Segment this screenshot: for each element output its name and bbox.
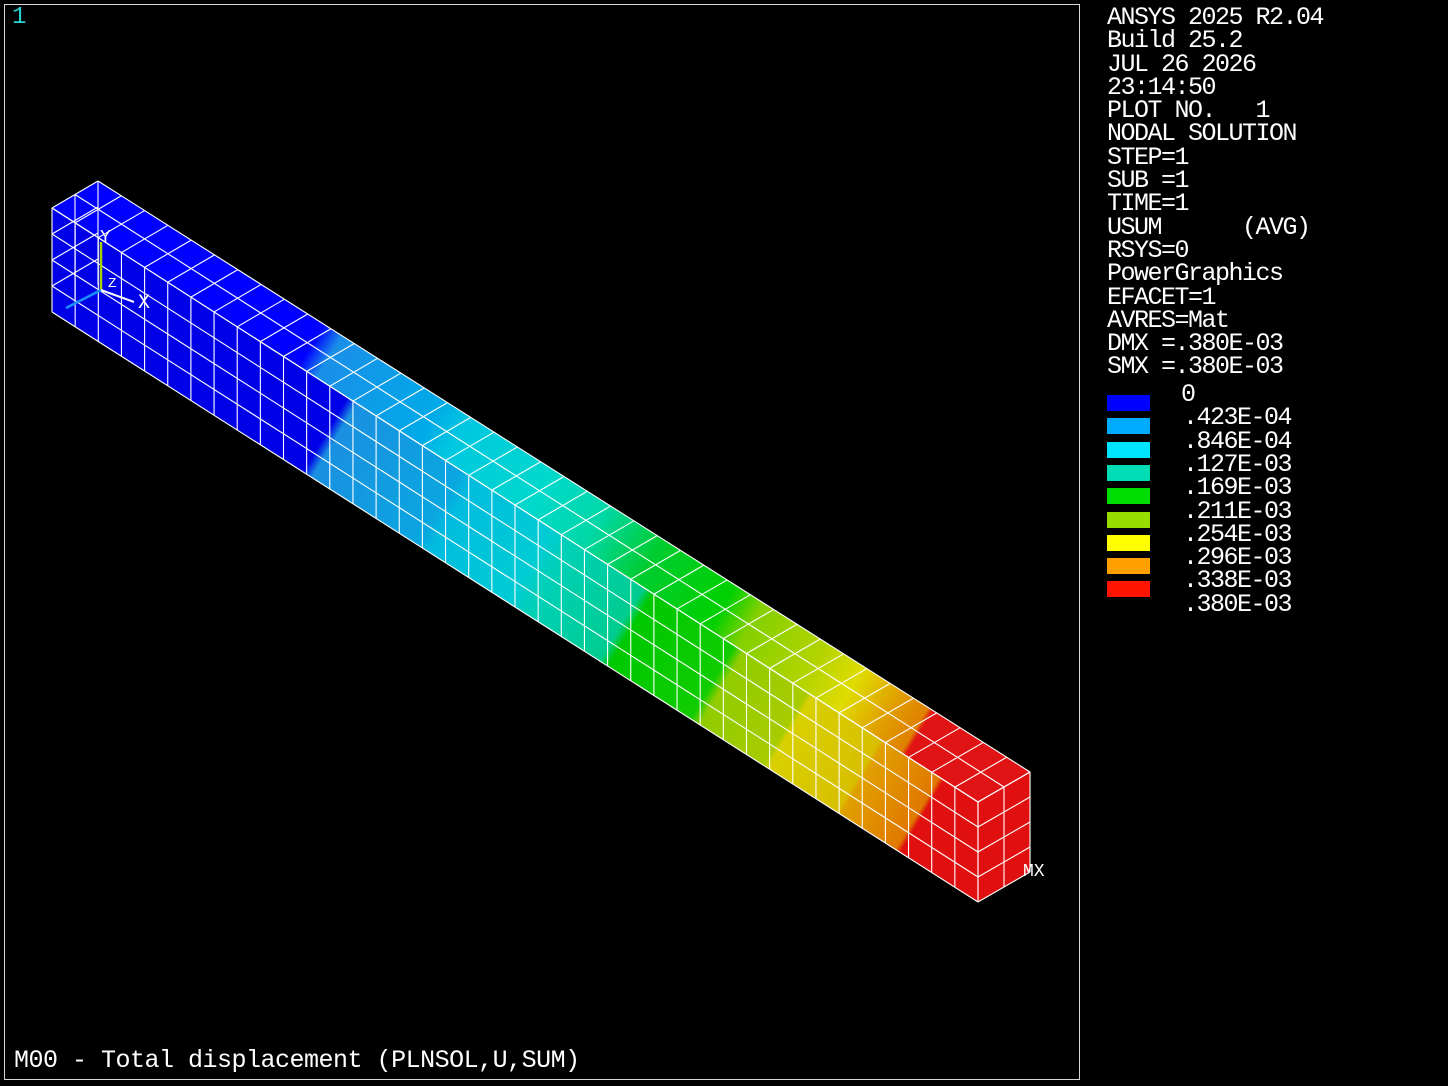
max-marker: MX	[1023, 862, 1045, 882]
mesh-line	[51, 285, 979, 878]
legend-label: .423E-04	[1183, 403, 1293, 433]
legend-swatch	[1107, 418, 1150, 435]
plot-info-panel: ANSYS 2025 R2.04 Build 25.2 JUL 26 2026 23:…	[1107, 5, 1437, 382]
info-line: SMX =.380E-03	[1107, 352, 1284, 382]
mesh-line	[51, 233, 979, 828]
legend-swatch	[1107, 534, 1150, 551]
legend-swatch	[1107, 558, 1150, 575]
triad-y-label: Y	[100, 228, 111, 248]
plot-caption: M00 - Total displacement (PLNSOL,U,SUM)	[14, 1046, 580, 1075]
triad-x-label: X	[138, 292, 150, 315]
mesh-line	[74, 194, 1005, 788]
legend-swatch	[1107, 511, 1150, 528]
legend-swatch	[1107, 581, 1150, 598]
legend-label: .338E-03	[1183, 566, 1293, 596]
mesh-line	[51, 311, 979, 903]
mesh-line	[97, 180, 1031, 773]
legend-swatch	[1107, 395, 1150, 411]
mesh-line	[51, 207, 979, 803]
mesh-line	[51, 259, 979, 853]
legend-label: .169E-03	[1183, 473, 1293, 503]
legend-label: .380E-03	[1183, 589, 1293, 619]
legend-swatch	[1107, 464, 1150, 481]
legend-swatch	[1107, 488, 1150, 505]
triad-z-label: Z	[108, 276, 116, 292]
legend-swatch	[1107, 441, 1150, 458]
